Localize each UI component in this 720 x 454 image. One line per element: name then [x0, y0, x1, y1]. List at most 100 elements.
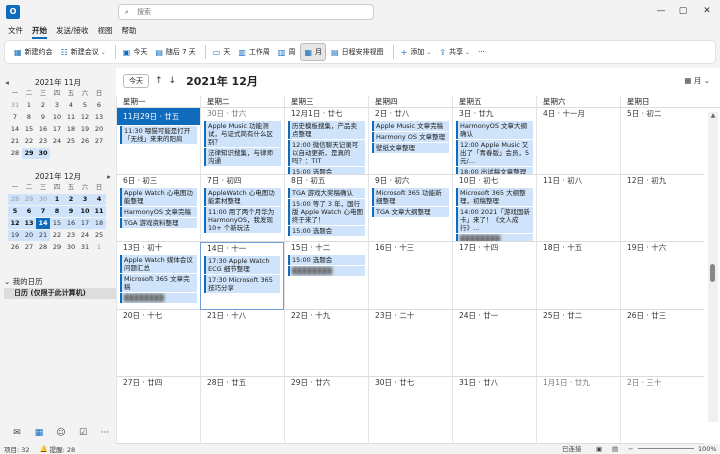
calendar-event[interactable]: ████████: [288, 266, 365, 276]
day-cell[interactable]: 7日 · 初四 AppleWatch 心电图功能素材整理 11:00 用了两个月华为…: [200, 175, 284, 242]
day-cell[interactable]: 2日 · 廿八 Apple Music 文章完稿 Harmony OS 文章整理 壁纸…: [368, 108, 452, 175]
scroll-up-icon[interactable]: ▲: [708, 112, 718, 119]
calendar-event[interactable]: ████████: [456, 234, 533, 241]
mini-day[interactable]: 2: [64, 194, 78, 205]
mini-day[interactable]: 12: [8, 218, 22, 229]
next-7-days-button[interactable]: ▤ 随后 7 天: [152, 43, 198, 61]
menu-item[interactable]: 开始: [32, 24, 47, 39]
mini-day[interactable]: 17: [78, 218, 92, 229]
maximize-button[interactable]: ▢: [674, 3, 692, 19]
mini-day[interactable]: 28: [8, 148, 22, 159]
mini-day[interactable]: 14: [36, 218, 50, 229]
day-cell[interactable]: 27日 · 廿四: [116, 377, 200, 444]
view-selector[interactable]: ▦ 月 ⌄: [684, 75, 710, 86]
mini-day[interactable]: 9: [64, 206, 78, 217]
mini-day[interactable]: 27: [92, 136, 106, 147]
calendar-event[interactable]: TGA 游戏资料整理: [120, 218, 197, 228]
day-cell[interactable]: 16日 · 十三: [368, 242, 452, 310]
calendar-event[interactable]: 历史模板搜集，产品卖点整理: [288, 121, 365, 139]
zoom-out-icon[interactable]: −: [628, 444, 633, 454]
calendar-event[interactable]: 15:00 等了 3 年，国行版 Apple Watch 心电图终于来了！: [288, 199, 365, 225]
mini-day[interactable]: 31: [8, 100, 22, 111]
next-month-icon[interactable]: ▸: [102, 172, 116, 181]
search-input[interactable]: ⌕ 搜索: [118, 4, 374, 20]
mini-day[interactable]: 13: [92, 112, 106, 123]
mini-day[interactable]: 29: [22, 194, 36, 205]
add-button[interactable]: + 添加 ⌄: [398, 43, 435, 61]
calendar-event[interactable]: HarmonyOS 文章完稿: [120, 207, 197, 217]
day-cell[interactable]: 18日 · 十五: [536, 242, 620, 310]
calendar-event[interactable]: Microsoft 365 功能新细整理: [372, 188, 449, 206]
mini-day[interactable]: 18: [64, 124, 78, 135]
mini-day[interactable]: 22: [50, 230, 64, 241]
today-button[interactable]: ▣ 今天: [120, 43, 151, 61]
day-cell[interactable]: 2日 · 三十: [620, 377, 704, 444]
mini-day[interactable]: 20: [22, 230, 36, 241]
mini-day[interactable]: 31: [78, 242, 92, 253]
menu-item[interactable]: 帮助: [122, 24, 137, 38]
more-options-button[interactable]: ···: [475, 43, 488, 61]
mini-day[interactable]: 2: [36, 100, 50, 111]
mail-icon[interactable]: ✉: [6, 428, 28, 438]
mini-day[interactable]: 23: [36, 136, 50, 147]
mini-day[interactable]: 17: [50, 124, 64, 135]
mini-day[interactable]: 16: [64, 218, 78, 229]
calendar-event[interactable]: ████████: [120, 293, 197, 303]
more-apps-icon[interactable]: ···: [94, 428, 116, 438]
mini-day[interactable]: 10: [50, 112, 64, 123]
mini-day[interactable]: 3: [78, 194, 92, 205]
calendar-event[interactable]: TGA 游戏大奖稿确认: [288, 188, 365, 198]
my-calendars-group[interactable]: ⌄ 我的日历: [4, 276, 114, 287]
day-cell[interactable]: 15日 · 十二 15:00 选题会 ████████: [284, 242, 368, 310]
mini-day[interactable]: 16: [36, 124, 50, 135]
calendar-event[interactable]: 17:30 Microsoft 365 技巧分享: [204, 275, 280, 293]
calendar-event[interactable]: HarmonyOS 文章大纲确认: [456, 121, 533, 139]
go-today-button[interactable]: 今天: [123, 74, 149, 88]
mini-day[interactable]: 29: [22, 148, 36, 159]
menu-item[interactable]: 视图: [98, 24, 113, 38]
day-cell[interactable]: 1月1日 · 廿九: [536, 377, 620, 444]
prev-month-icon[interactable]: ◂: [0, 78, 14, 87]
mini-day[interactable]: 20: [92, 124, 106, 135]
new-meeting-button[interactable]: ☷ 新建会议 ⌄: [58, 43, 109, 61]
mini-day[interactable]: 4: [92, 194, 106, 205]
month-view-button[interactable]: ▦ 月: [300, 43, 327, 61]
day-cell[interactable]: 30日 · 廿六 Apple Music 功能测试，与证式简有什么区别？ 法律知识搜…: [200, 108, 284, 175]
mini-day[interactable]: 21: [36, 230, 50, 241]
mini-day[interactable]: 6: [92, 100, 106, 111]
new-appointment-button[interactable]: ▦ 新建约会: [11, 43, 56, 61]
calendar-event[interactable]: 14:00 2021「游戏国新卡」来了！《文人成行》…: [456, 207, 533, 233]
mini-day[interactable]: 5: [8, 206, 22, 217]
mini-day[interactable]: 12: [78, 112, 92, 123]
calendar-event[interactable]: Apple Music 功能测试，与证式简有什么区别？: [204, 121, 281, 147]
calendar-event[interactable]: Microsoft 365 文章完稿: [120, 274, 197, 292]
day-cell[interactable]: 5日 · 初二: [620, 108, 704, 175]
mini-day[interactable]: 29: [50, 242, 64, 253]
mini-day[interactable]: 21: [8, 136, 22, 147]
menu-item[interactable]: 文件: [8, 24, 23, 38]
day-cell[interactable]: 10日 · 初七 Microsoft 365 大纲整理，初稿整理 14:00 202…: [452, 175, 536, 242]
day-cell[interactable]: 22日 · 十九: [284, 310, 368, 377]
day-cell[interactable]: 30日 · 廿七: [368, 377, 452, 444]
work-week-view-button[interactable]: ▥ 工作周: [235, 43, 273, 61]
share-button[interactable]: ⇪ 共享 ⌄: [436, 43, 473, 61]
mini-day[interactable]: 11: [64, 112, 78, 123]
mini-day[interactable]: 13: [22, 218, 36, 229]
day-cell[interactable]: 23日 · 二十: [368, 310, 452, 377]
mini-day[interactable]: 6: [22, 206, 36, 217]
scrollbar-thumb[interactable]: [710, 264, 715, 282]
mini-day[interactable]: 5: [78, 100, 92, 111]
day-cell[interactable]: 17日 · 十四: [452, 242, 536, 310]
day-cell[interactable]: 25日 · 廿二: [536, 310, 620, 377]
mini-day[interactable]: 23: [64, 230, 78, 241]
calendar-event[interactable]: AppleWatch 心电图功能素材整理: [204, 188, 281, 206]
calendar-event[interactable]: 11:00 用了两个月华为 HarmonyOS，我发现10+ 个新玩法: [204, 207, 281, 233]
mini-day[interactable]: 18: [92, 218, 106, 229]
day-cell[interactable]: 6日 · 初三 Apple Watch 心电图功能整理 HarmonyOS 文章完稿…: [116, 175, 200, 242]
mini-day[interactable]: 30: [36, 194, 50, 205]
mini-day[interactable]: 7: [8, 112, 22, 123]
mini-day[interactable]: 8: [22, 112, 36, 123]
calendar-event[interactable]: Harmony OS 文章整理: [372, 132, 449, 142]
week-view-button[interactable]: ▥ 周: [275, 43, 299, 61]
mini-day[interactable]: 26: [8, 242, 22, 253]
